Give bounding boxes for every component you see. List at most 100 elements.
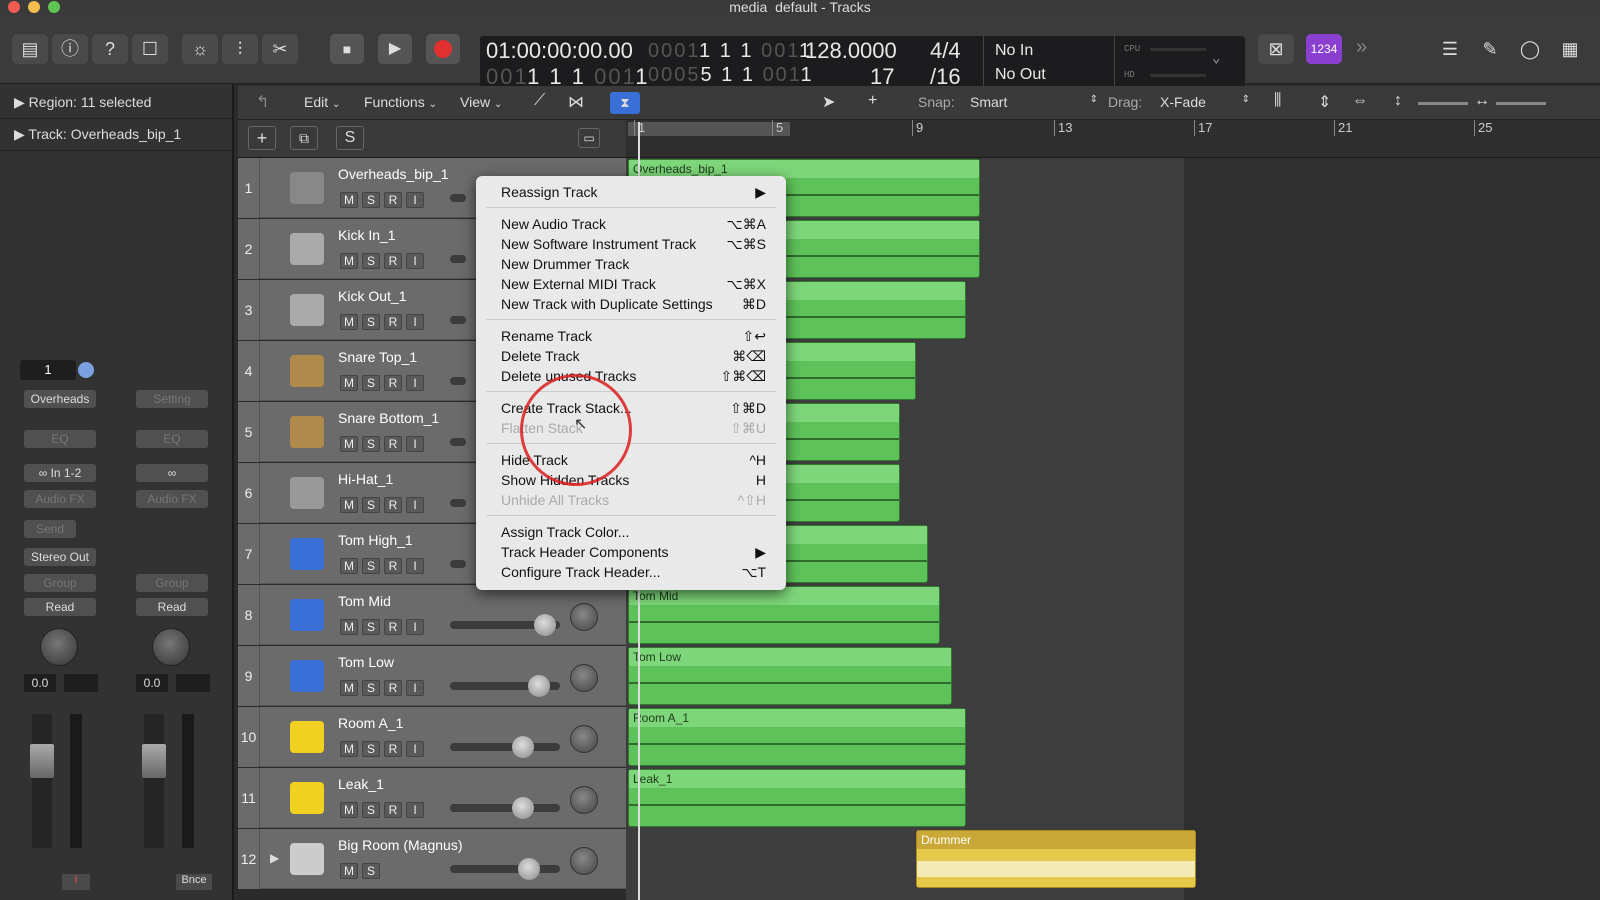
volume-slider[interactable] bbox=[450, 499, 466, 507]
input-monitor-button[interactable]: I bbox=[406, 802, 424, 818]
track-instrument-icon[interactable] bbox=[290, 233, 324, 265]
input-monitor-icon[interactable] bbox=[78, 362, 94, 378]
pan-knob[interactable] bbox=[570, 603, 598, 631]
solo-button[interactable]: S bbox=[362, 802, 380, 818]
input-monitor-button[interactable]: I bbox=[406, 253, 424, 269]
track-name[interactable]: Snare Bottom_1 bbox=[338, 410, 439, 426]
record-enable-button[interactable]: R bbox=[384, 558, 402, 574]
send-slot[interactable]: Send bbox=[24, 520, 76, 538]
quick-help-button[interactable]: ? bbox=[92, 34, 128, 64]
volume-slider-thumb[interactable] bbox=[518, 858, 540, 880]
volume-slider-thumb[interactable] bbox=[534, 614, 556, 636]
cycle-area[interactable] bbox=[628, 122, 790, 136]
mute-button[interactable]: M bbox=[340, 619, 358, 635]
lcd-menu-chevron-icon[interactable]: ⌄ bbox=[1212, 50, 1220, 67]
mute-button[interactable]: M bbox=[340, 863, 358, 879]
input-slot[interactable]: ∞ In 1-2 bbox=[24, 464, 96, 482]
automation-mode[interactable]: Read bbox=[24, 598, 96, 616]
solo-button[interactable]: S bbox=[362, 253, 380, 269]
editors-button[interactable]: ✂ bbox=[262, 34, 298, 64]
input-monitor-button[interactable]: I bbox=[406, 375, 424, 391]
record-enable-button[interactable]: R bbox=[384, 680, 402, 696]
count-in-button[interactable]: 1234 bbox=[1306, 34, 1342, 64]
track-instrument-icon[interactable] bbox=[290, 477, 324, 509]
volume-slider[interactable] bbox=[450, 865, 560, 873]
volume-slider-thumb[interactable] bbox=[512, 736, 534, 758]
automation-icon[interactable]: ⟋ bbox=[534, 92, 545, 110]
track-name[interactable]: Big Room (Magnus) bbox=[338, 837, 463, 853]
input-monitor-button[interactable]: I bbox=[406, 680, 424, 696]
menu-item[interactable]: Delete Track ⌘⌫ bbox=[476, 346, 786, 366]
track-header[interactable]: 12 Big Room (Magnus) M S ▶ bbox=[238, 829, 626, 889]
vertical-zoom-slider[interactable] bbox=[1418, 102, 1468, 105]
duplicate-track-button[interactable]: ⧉ bbox=[290, 126, 318, 150]
audio-fx-slot[interactable]: Audio FX bbox=[24, 490, 96, 508]
drag-select[interactable]: X-Fade ⇕ bbox=[1160, 94, 1250, 110]
solo-button[interactable]: S bbox=[362, 863, 380, 879]
menu-item[interactable]: New Software Instrument Track ⌥⌘S bbox=[476, 234, 786, 254]
smart-controls-button[interactable]: ☼ bbox=[182, 34, 218, 64]
track-name[interactable]: Leak_1 bbox=[338, 776, 384, 792]
volume-slider-thumb[interactable] bbox=[528, 675, 550, 697]
input-monitor-button[interactable]: I bbox=[406, 192, 424, 208]
track-header[interactable]: 9 Tom Low M S R I bbox=[238, 646, 626, 706]
audio-region[interactable]: Drummer bbox=[916, 830, 1196, 888]
mute-button[interactable]: M bbox=[340, 741, 358, 757]
track-instrument-icon[interactable] bbox=[290, 599, 324, 631]
track-name[interactable]: Kick In_1 bbox=[338, 227, 396, 243]
lcd-time-signature[interactable]: 4/4 bbox=[930, 38, 961, 64]
track-name[interactable]: Tom Low bbox=[338, 654, 394, 670]
record-enable-button[interactable]: R bbox=[384, 192, 402, 208]
close-window-button[interactable] bbox=[8, 1, 20, 13]
menu-item[interactable]: New Drummer Track bbox=[476, 254, 786, 274]
menu-item[interactable]: New Audio Track ⌥⌘A bbox=[476, 214, 786, 234]
stop-button[interactable]: ■ bbox=[330, 34, 364, 64]
solo-button[interactable]: S bbox=[362, 558, 380, 574]
horizontal-zoom-icon[interactable]: ↔ bbox=[1474, 92, 1490, 110]
pan-knob[interactable] bbox=[152, 628, 190, 666]
volume-slider[interactable] bbox=[450, 194, 466, 202]
setting-button[interactable]: Overheads bbox=[24, 390, 96, 408]
group-slot[interactable]: Group bbox=[24, 574, 96, 592]
mute-button[interactable]: M bbox=[340, 314, 358, 330]
input-monitor-button[interactable]: I bbox=[406, 558, 424, 574]
solo-button[interactable]: S bbox=[362, 619, 380, 635]
pan-knob[interactable] bbox=[570, 847, 598, 875]
setting-button[interactable]: Setting bbox=[136, 390, 208, 408]
track-instrument-icon[interactable] bbox=[290, 172, 324, 204]
pointer-tool-icon[interactable]: ➤ bbox=[822, 92, 835, 112]
track-instrument-icon[interactable] bbox=[290, 416, 324, 448]
volume-fader[interactable] bbox=[30, 744, 54, 778]
track-inspector-row[interactable]: ▶ Track: Overheads_bip_1 bbox=[14, 126, 181, 143]
track-instrument-icon[interactable] bbox=[290, 721, 324, 753]
audio-region[interactable]: Tom Mid bbox=[628, 586, 940, 644]
solo-button[interactable]: S bbox=[362, 497, 380, 513]
menu-item[interactable]: Assign Track Color... bbox=[476, 522, 786, 542]
record-enable-button[interactable]: R bbox=[384, 375, 402, 391]
solo-button[interactable]: S bbox=[362, 436, 380, 452]
track-instrument-icon[interactable] bbox=[290, 538, 324, 570]
play-button[interactable]: ▶ bbox=[378, 34, 412, 64]
track-instrument-icon[interactable] bbox=[290, 782, 324, 814]
track-name[interactable]: Kick Out_1 bbox=[338, 288, 406, 304]
mute-button[interactable]: M bbox=[340, 253, 358, 269]
volume-slider[interactable] bbox=[450, 438, 466, 446]
track-instrument-icon[interactable] bbox=[290, 660, 324, 692]
back-arrow-icon[interactable]: ↰ bbox=[256, 92, 269, 112]
input-monitor-button[interactable]: I bbox=[406, 741, 424, 757]
fit-vertical-icon[interactable]: ⇕ bbox=[1318, 92, 1331, 112]
volume-slider[interactable] bbox=[450, 255, 466, 263]
menu-item[interactable]: New External MIDI Track ⌥⌘X bbox=[476, 274, 786, 294]
mute-button[interactable]: M bbox=[340, 802, 358, 818]
menu-item[interactable]: Configure Track Header... ⌥T bbox=[476, 562, 786, 582]
toolbar-button[interactable]: ☐ bbox=[132, 34, 168, 64]
volume-slider[interactable] bbox=[450, 316, 466, 324]
fit-horizontal-icon[interactable]: ⇔ bbox=[1352, 92, 1368, 110]
collapse-button[interactable]: ▭ bbox=[578, 128, 600, 148]
record-enable-button[interactable]: R bbox=[384, 436, 402, 452]
record-enable-button[interactable]: R bbox=[384, 741, 402, 757]
waveform-zoom-icon[interactable]: ⫼ bbox=[1274, 92, 1281, 110]
stack-disclosure-icon[interactable]: ▶ bbox=[270, 851, 279, 865]
menu-item[interactable]: Reassign Track ▶ bbox=[476, 182, 786, 202]
volume-slider[interactable] bbox=[450, 804, 560, 812]
